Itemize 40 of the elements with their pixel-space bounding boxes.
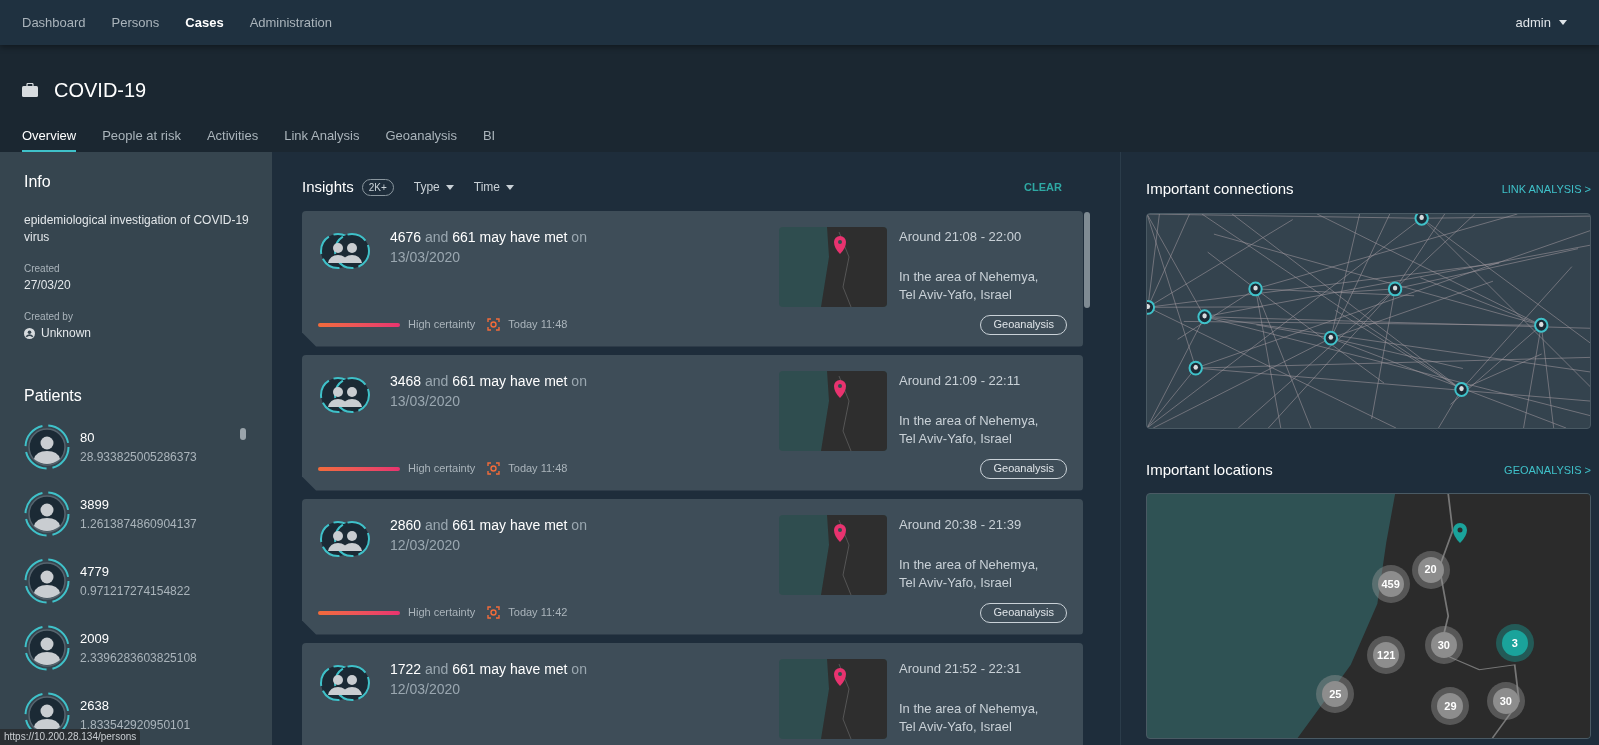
time-range: Around 21:08 - 22:00 <box>899 227 1023 246</box>
patient-id: 2009 <box>80 630 110 649</box>
patients-heading: Patients <box>24 386 83 406</box>
patient-score: 28.933825005286373 <box>80 448 197 466</box>
info-heading: Info <box>24 172 52 192</box>
updated-time: Today 11:42 <box>508 605 568 621</box>
certainty-label: High certainty <box>408 317 476 333</box>
case-title: COVID-19 <box>54 78 147 103</box>
certainty-label: High certainty <box>408 461 476 477</box>
area-text: In the area of Nehemya, Tel Aviv-Yafo, Israel <box>899 412 1040 449</box>
field-label: Created <box>24 262 61 276</box>
field-label: Created by <box>24 310 74 324</box>
insight-summary: 3468 and 661 may have met on 13/03/2020 <box>390 371 588 411</box>
updated-time: Today 11:48 <box>508 317 568 333</box>
locations-heading: Important locations <box>1146 459 1273 480</box>
time-range: Around 20:38 - 21:39 <box>899 515 1023 534</box>
patient-score: 1.2613874860904137 <box>80 515 197 533</box>
patient-id: 80 <box>80 429 96 448</box>
insight-summary: 4676 and 661 may have met on 13/03/2020 <box>390 227 588 267</box>
patient-score: 2.3396283603825108 <box>80 649 197 667</box>
case-description: epidemiological investigation of COVID-19 virus <box>24 212 249 246</box>
patient-score: 0.971217274154822 <box>80 582 191 600</box>
insight-summary: 2860 and 661 may have met on 12/03/2020 <box>390 515 588 555</box>
patient-id: 3899 <box>80 496 110 515</box>
updated-time: Today 11:48 <box>508 461 568 477</box>
patient-score: 1.833542920950101 <box>80 716 191 732</box>
area-text: In the area of Nehemya, Tel Aviv-Yafo, Israel <box>899 556 1040 593</box>
area-text: In the area of Nehemya, Tel Aviv-Yafo, Israel <box>899 268 1040 305</box>
insights-heading: Insights <box>302 177 354 198</box>
time-range: Around 21:52 - 22:31 <box>899 659 1023 678</box>
time-range: Around 21:09 - 22:11 <box>899 371 1022 390</box>
connections-heading: Important connections <box>1146 179 1294 199</box>
insight-summary: 1722 and 661 may have met on 12/03/2020 <box>390 659 588 699</box>
field-value: 27/03/20 <box>24 277 71 294</box>
field-value: Unknown <box>41 325 92 342</box>
patient-id: 4779 <box>80 563 110 582</box>
patient-id: 2638 <box>80 697 110 716</box>
certainty-label: High certainty <box>408 605 476 621</box>
area-text: In the area of Nehemya, Tel Aviv-Yafo, Israel <box>899 700 1040 737</box>
status-url-tooltip: https://10.200.28.134/persons <box>0 729 141 745</box>
